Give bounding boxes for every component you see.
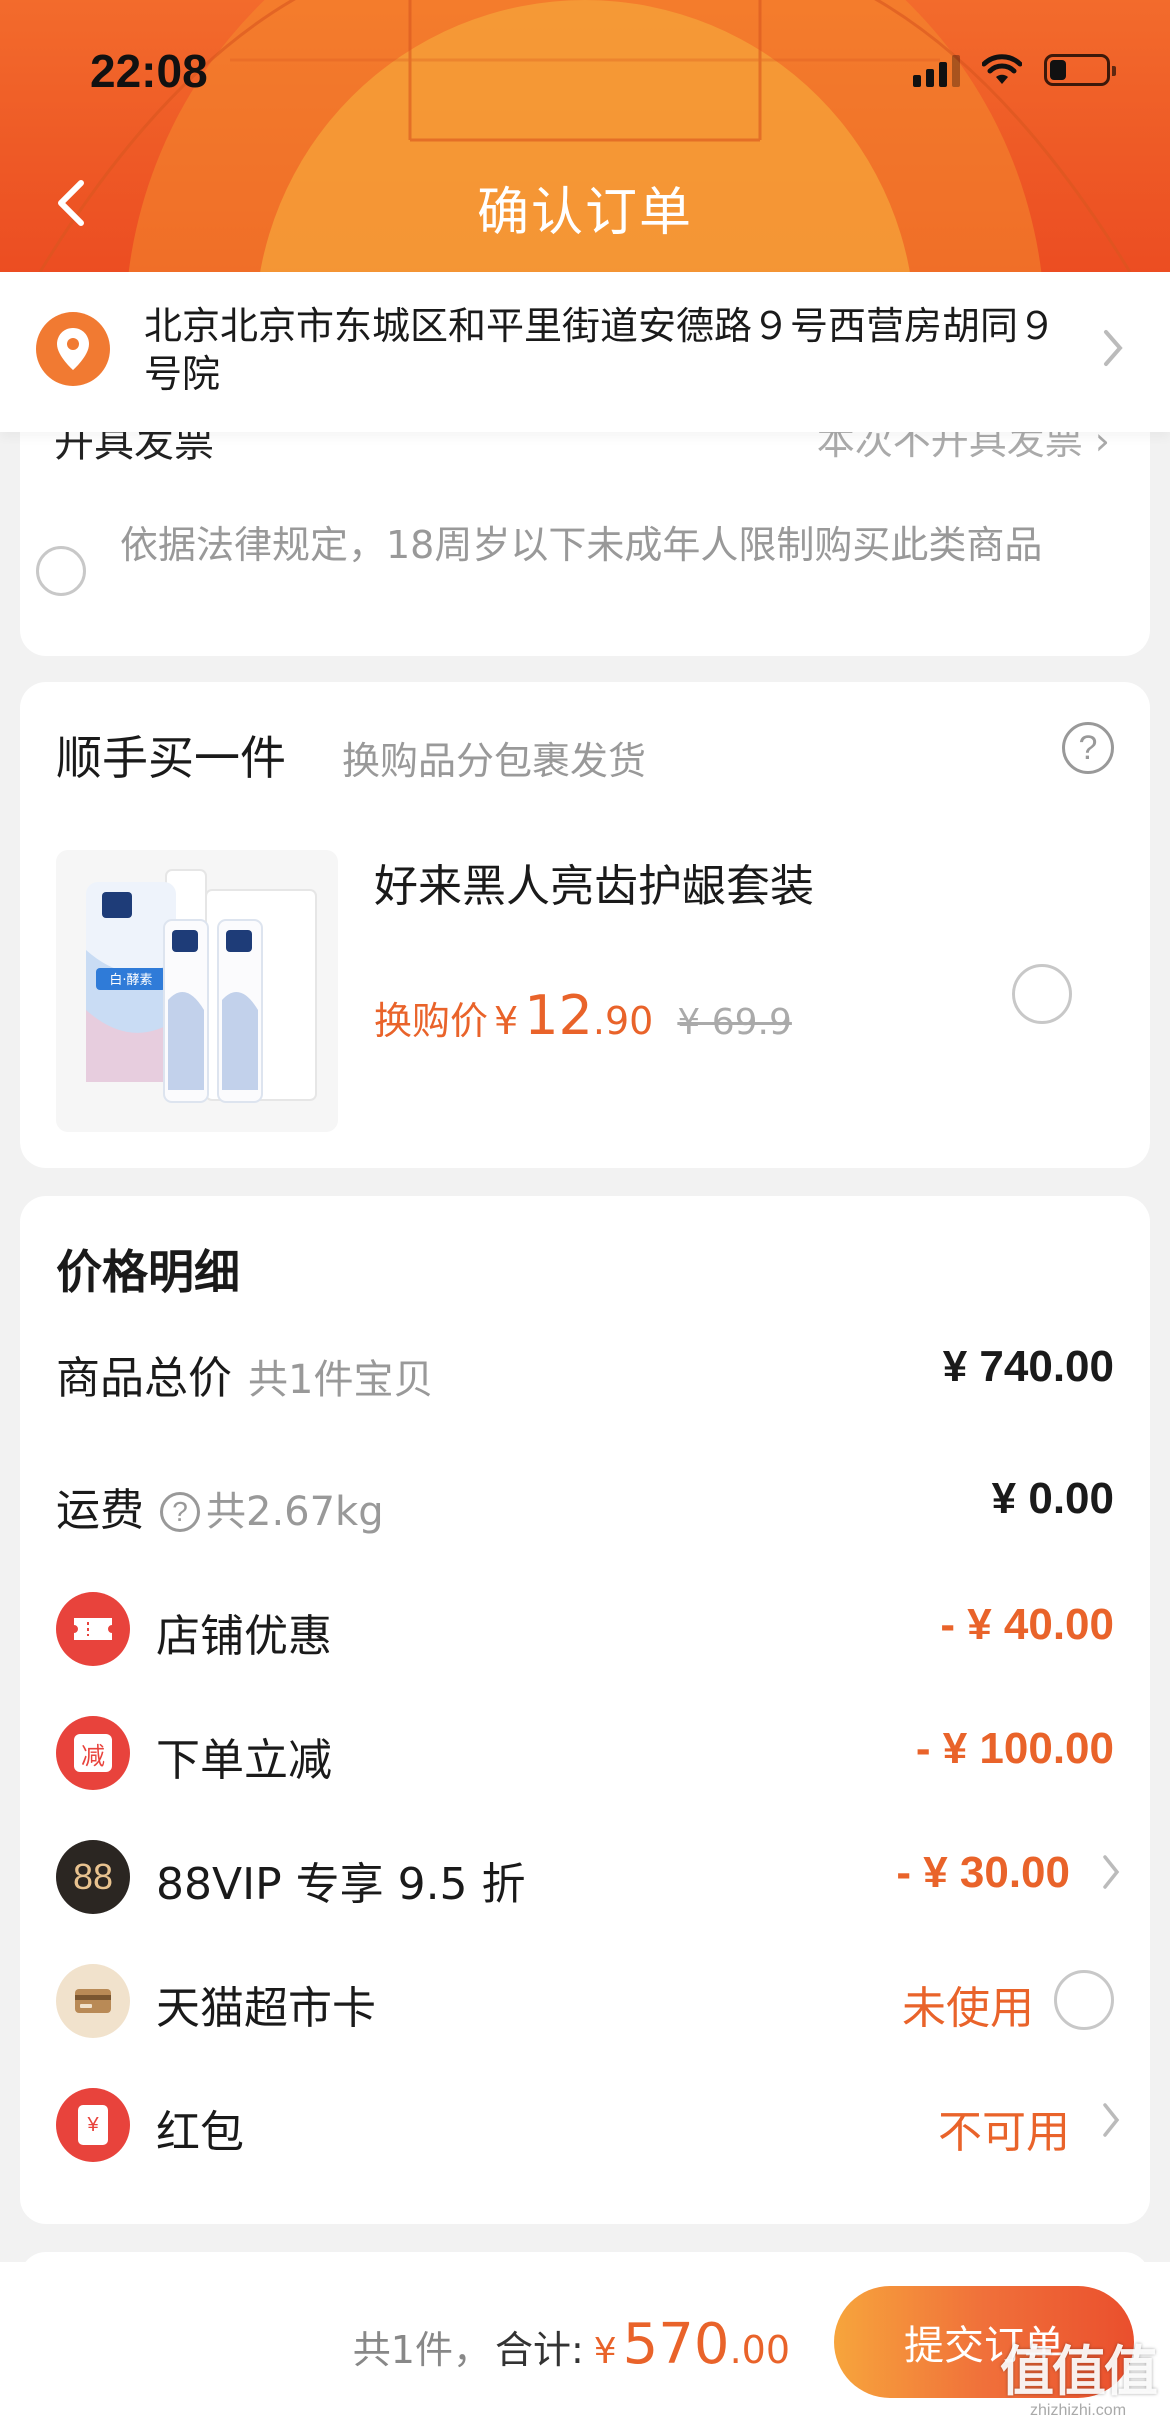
battery-icon xyxy=(1044,54,1116,86)
price-decimal: .90 xyxy=(592,999,654,1043)
addon-price: 换购价 ¥ 12 .90 ¥ 69.9 xyxy=(374,984,792,1047)
row-label: 运费 xyxy=(56,1485,144,1536)
chevron-right-icon xyxy=(1104,330,1123,366)
order-total: 共1件， 合计: ¥ 570 .00 xyxy=(353,2312,790,2377)
original-price: ¥ 69.9 xyxy=(677,1002,792,1043)
addon-select-radio[interactable] xyxy=(1012,964,1072,1024)
row-red-envelope[interactable]: ¥ 红包 不可用 xyxy=(20,2080,1150,2170)
instant-discount-icon: 减 xyxy=(56,1716,130,1790)
row-shop-discount: 店铺优惠 - ¥ 40.00 xyxy=(20,1584,1150,1674)
row-label: 商品总价 xyxy=(56,1353,232,1404)
vip88-icon: 88 xyxy=(56,1840,130,1914)
total-label: 合计: xyxy=(494,2328,584,2372)
total-currency: ¥ xyxy=(593,2331,617,2372)
row-goods-total: 商品总价 共1件宝贝 ¥ 740.00 xyxy=(20,1326,1150,1416)
row-sub: 共1件宝贝 xyxy=(248,1357,434,1403)
bottom-bar: 共1件， 合计: ¥ 570 .00 提交订单 值值值 zhizhizhi.co… xyxy=(0,2262,1170,2430)
product-image[interactable]: 白·酵素 xyxy=(56,850,338,1132)
row-value: - ¥ 30.00 xyxy=(896,1848,1070,1897)
total-integer: 570 xyxy=(622,2312,730,2377)
row-value: ¥ 740.00 xyxy=(942,1342,1114,1391)
card-icon xyxy=(56,1964,130,2038)
wifi-icon xyxy=(982,54,1022,84)
address-text: 北京北京市东城区和平里街道安德路９号西营房胡同９号院 xyxy=(144,304,1057,396)
row-label: 天猫超市卡 xyxy=(156,1983,376,2034)
row-label: 88VIP 专享 9.5 折 xyxy=(156,1859,526,1910)
product-name[interactable]: 好来黑人亮齿护龈套装 xyxy=(374,850,814,914)
price-detail-card: 价格明细 商品总价 共1件宝贝 ¥ 740.00 运费? 共2.67kg ¥ 0.0… xyxy=(20,1196,1150,2224)
help-icon[interactable]: ? xyxy=(1062,722,1114,774)
watermark: 值值值 zhizhizhi.com xyxy=(1000,2327,1158,2420)
price-currency: ¥ xyxy=(494,999,519,1043)
row-sub: 共2.67kg xyxy=(206,1489,384,1535)
row-shipping: 运费? 共2.67kg ¥ 0.00 xyxy=(20,1458,1150,1548)
red-envelope-icon-text: ¥ xyxy=(78,2105,108,2145)
row-value: ¥ 0.00 xyxy=(991,1474,1114,1523)
row-value: - ¥ 40.00 xyxy=(940,1600,1114,1649)
row-label: 店铺优惠 xyxy=(156,1611,332,1662)
row-label: 红包 xyxy=(156,2107,244,2158)
market-card-radio[interactable] xyxy=(1054,1970,1114,2030)
chevron-right-icon xyxy=(1103,2103,1120,2137)
red-envelope-icon: ¥ xyxy=(56,2088,130,2162)
age-notice-text: 依据法律规定，18周岁以下未成年人限制购买此类商品 xyxy=(120,523,1043,567)
product-image-label: 白·酵素 xyxy=(109,972,152,988)
addon-title: 顺手买一件 xyxy=(56,731,286,785)
watermark-logo: 值值值 xyxy=(1000,2340,1158,2403)
addon-subtitle: 换购品分包裹发货 xyxy=(342,739,647,783)
age-confirm-radio[interactable] xyxy=(36,546,86,596)
status-icons xyxy=(913,50,1116,90)
price-detail-title: 价格明细 xyxy=(56,1245,240,1299)
chevron-right-icon xyxy=(1103,1855,1120,1889)
row-label: 下单立减 xyxy=(156,1735,332,1786)
row-market-card: 天猫超市卡 未使用 xyxy=(20,1956,1150,2046)
signal-icon xyxy=(913,53,960,87)
total-decimal: .00 xyxy=(729,2328,790,2372)
row-88vip[interactable]: 88 88VIP 专享 9.5 折 - ¥ 30.00 xyxy=(20,1832,1150,1922)
row-value: 未使用 xyxy=(902,1983,1034,2034)
ticket-icon xyxy=(56,1592,130,1666)
header: 22:08 确认订单 xyxy=(0,0,1170,272)
row-value: 不可用 xyxy=(938,2107,1070,2158)
item-count: 共1件， xyxy=(352,2328,491,2372)
price-integer: 12 xyxy=(524,984,593,1047)
instant-discount-icon-text: 减 xyxy=(74,1734,112,1772)
address-bar[interactable]: 北京北京市东城区和平里街道安德路９号西营房胡同９号院 xyxy=(0,272,1170,432)
addon-card: 顺手买一件 换购品分包裹发货 ? 白·酵素 好来黑人亮齿护龈套装 换购价 ¥ 1… xyxy=(20,682,1150,1168)
location-pin-icon xyxy=(36,312,110,386)
price-label: 换购价 xyxy=(374,999,489,1043)
page-title: 确认订单 xyxy=(476,183,693,243)
shipping-help-icon[interactable]: ? xyxy=(160,1492,200,1532)
row-value: - ¥ 100.00 xyxy=(915,1724,1114,1773)
row-instant-discount: 减 下单立减 - ¥ 100.00 xyxy=(20,1708,1150,1798)
status-time: 22:08 xyxy=(90,45,208,97)
